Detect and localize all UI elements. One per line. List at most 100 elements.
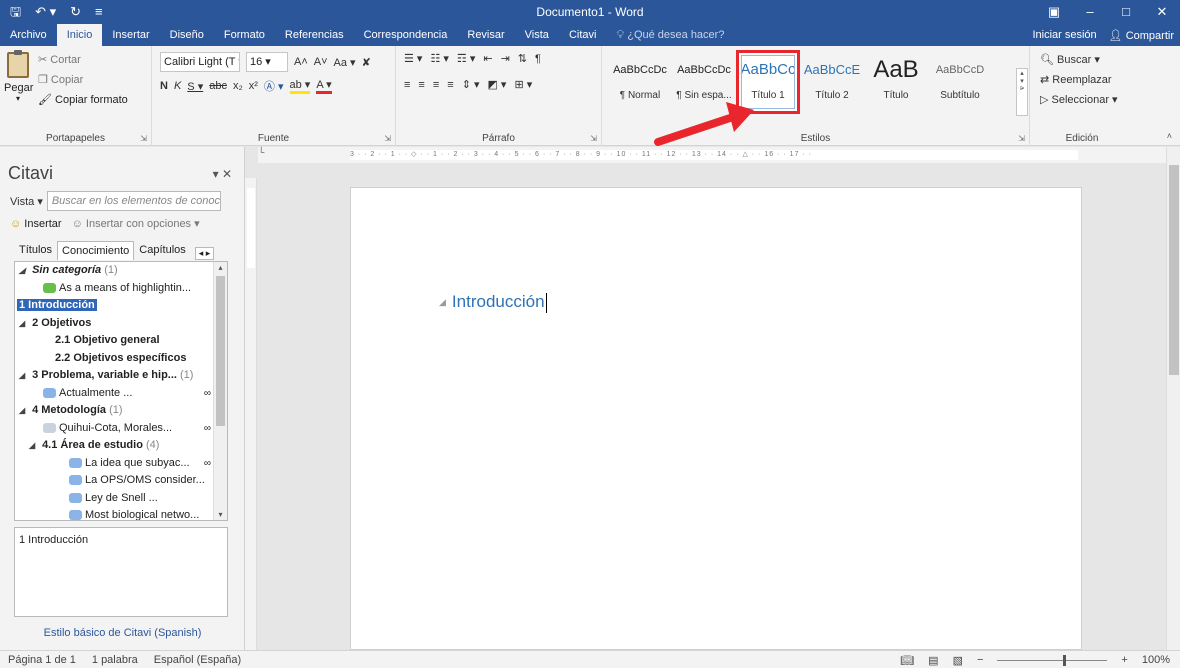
word-count[interactable]: 1 palabra [84,654,146,666]
line-spacing-icon[interactable]: ⇕ ▾ [462,78,480,91]
style-subtitle[interactable]: AaBbCcD Subtítulo [928,50,992,114]
tree-item[interactable]: Ley de Snell ... [15,490,227,508]
zoom-out-icon[interactable]: − [977,654,983,666]
borders-icon[interactable]: ⊞ ▾ [514,78,532,91]
dialog-launcher-icon[interactable]: ⇲ [384,134,391,143]
undo-icon[interactable]: ↶ ▾ [35,0,56,24]
tab-citavi[interactable]: Citavi [559,24,607,46]
align-right-icon[interactable]: ≡ [433,79,439,91]
find-button[interactable]: 🔍︎ Buscar ▾ [1040,50,1118,70]
justify-icon[interactable]: ≡ [447,79,453,91]
style-heading-2[interactable]: AaBbCcE Título 2 [800,50,864,114]
strikethrough-icon[interactable]: abc [209,80,227,92]
superscript-icon[interactable]: x² [249,80,258,92]
text-effects-icon[interactable]: Ⓐ ▾ [264,78,284,94]
clear-formatting-icon[interactable]: ✘ [362,56,371,69]
change-case-button[interactable]: Aa ▾ [334,56,356,69]
style-title[interactable]: AaB Título [864,50,928,114]
tree-item[interactable]: ◢ 4 Metodología (1) [15,402,227,420]
sort-icon[interactable]: ⇅ [518,52,527,65]
document-heading[interactable]: ◢ Introducción [439,292,547,313]
pane-close-icon[interactable]: ✕ [222,167,232,181]
replace-button[interactable]: ⇄ Reemplazar [1040,70,1118,90]
redo-icon[interactable]: ↻ [70,0,81,24]
minimize-icon[interactable]: – [1072,0,1108,24]
tab-correspondencia[interactable]: Correspondencia [354,24,458,46]
tab-archivo[interactable]: Archivo [0,24,57,46]
tree-item[interactable]: ◢ 3 Problema, variable e hip... (1) [15,367,227,385]
tab-scroll-buttons[interactable]: ◂ ▸ [194,247,215,260]
ribbon-display-icon[interactable]: ▣ [1036,0,1072,24]
decrease-indent-icon[interactable]: ⇤ [483,52,492,65]
tab-capitulos[interactable]: Capítulos [134,240,190,260]
insert-button[interactable]: ☺ Insertar [10,218,62,230]
zoom-in-icon[interactable]: + [1121,654,1127,666]
grow-font-icon[interactable]: A˄ [294,56,308,68]
tell-me-box[interactable]: 💡︎ ¿Qué desea hacer? [606,24,734,46]
tree-item[interactable]: Actualmente ... ∞ [15,385,227,403]
collapse-icon[interactable]: ◢ [19,367,29,385]
pane-menu-icon[interactable]: ▾ [213,167,219,181]
collapse-heading-icon[interactable]: ◢ [439,297,446,307]
tree-item[interactable]: ◢ 4.1 Área de estudio (4) [15,437,227,455]
shrink-font-icon[interactable]: A˅ [314,56,328,68]
tree-item[interactable]: La idea que subyac... ∞ [15,455,227,473]
paste-button[interactable]: Pegar ▾ [4,50,33,103]
font-name-combo[interactable]: Calibri Light (T ▾ [160,52,240,72]
format-painter-button[interactable]: 🖌︎ Copiar formato [38,90,128,110]
print-layout-icon[interactable]: ▤ [928,654,938,667]
knowledge-search-input[interactable]: Buscar en los elementos de conocimiento [46,191,221,211]
read-mode-icon[interactable]: 📖︎ [900,654,914,667]
underline-icon[interactable]: S ▾ [187,80,203,93]
zoom-knob[interactable] [1063,654,1067,666]
copy-button[interactable]: ❐ Copiar [38,70,128,90]
tree-item[interactable]: 2.2 Objetivos específicos [15,350,227,368]
tab-titulos[interactable]: Títulos [14,240,57,260]
tree-scrollbar[interactable]: ▴ ▾ [213,262,227,520]
dialog-launcher-icon[interactable]: ⇲ [1018,134,1025,143]
citavi-style-link[interactable]: Estilo básico de Citavi (Spanish) [0,627,245,639]
scroll-thumb[interactable] [1169,165,1179,375]
tab-revisar[interactable]: Revisar [457,24,514,46]
tab-diseno[interactable]: Diseño [160,24,214,46]
shading-icon[interactable]: ◩ ▾ [487,78,506,91]
tree-item[interactable]: Most biological netwo... [15,507,227,520]
align-left-icon[interactable]: ≡ [404,79,410,91]
dialog-launcher-icon[interactable]: ⇲ [590,134,597,143]
font-color-icon[interactable]: A ▾ [316,78,332,94]
zoom-slider[interactable] [997,654,1108,666]
document-scrollbar[interactable] [1166,147,1180,650]
tab-formato[interactable]: Formato [214,24,275,46]
bullets-icon[interactable]: ☰ ▾ [404,52,422,65]
collapse-icon[interactable]: ◢ [29,437,39,455]
web-layout-icon[interactable]: ▧ [953,654,963,667]
insert-with-options-button[interactable]: ☺ Insertar con opciones ▾ [72,217,200,230]
zoom-level[interactable]: 100% [1142,654,1170,666]
customize-qa-icon[interactable]: ≡ [95,0,103,24]
close-icon[interactable]: ✕ [1144,0,1180,24]
select-button[interactable]: ▷ Seleccionar ▾ [1040,90,1118,110]
document-page[interactable]: ◢ Introducción [350,187,1082,650]
scroll-thumb[interactable] [216,276,225,426]
tree-item[interactable]: La OPS/OMS consider... [15,472,227,490]
subscript-icon[interactable]: x₂ [233,80,243,92]
tree-item[interactable]: ◢ Sin categoría (1) [15,262,227,280]
tab-insertar[interactable]: Insertar [102,24,159,46]
tab-conocimiento[interactable]: Conocimiento [57,241,135,260]
numbering-icon[interactable]: ☷ ▾ [430,52,448,65]
vista-dropdown[interactable]: Vista ▾ [10,195,43,208]
highlight-color-icon[interactable]: ab ▾ [289,78,311,94]
share-button[interactable]: 👤︎ Compartir [1109,29,1174,42]
tree-item-selected[interactable]: 1 Introducción [15,297,227,315]
collapse-ribbon-icon[interactable]: ˄ [1167,131,1172,141]
tab-referencias[interactable]: Referencias [275,24,354,46]
maximize-icon[interactable]: □ [1108,0,1144,24]
italic-icon[interactable]: K [174,80,181,92]
tree-item[interactable]: 2.1 Objetivo general [15,332,227,350]
tree-item[interactable]: As a means of highlightin... [15,280,227,298]
align-center-icon[interactable]: ≡ [418,79,424,91]
collapse-icon[interactable]: ◢ [19,402,29,420]
language[interactable]: Español (España) [146,654,249,666]
cut-button[interactable]: ✂ Cortar [38,50,128,70]
save-icon[interactable]: 🖫 [10,0,21,24]
